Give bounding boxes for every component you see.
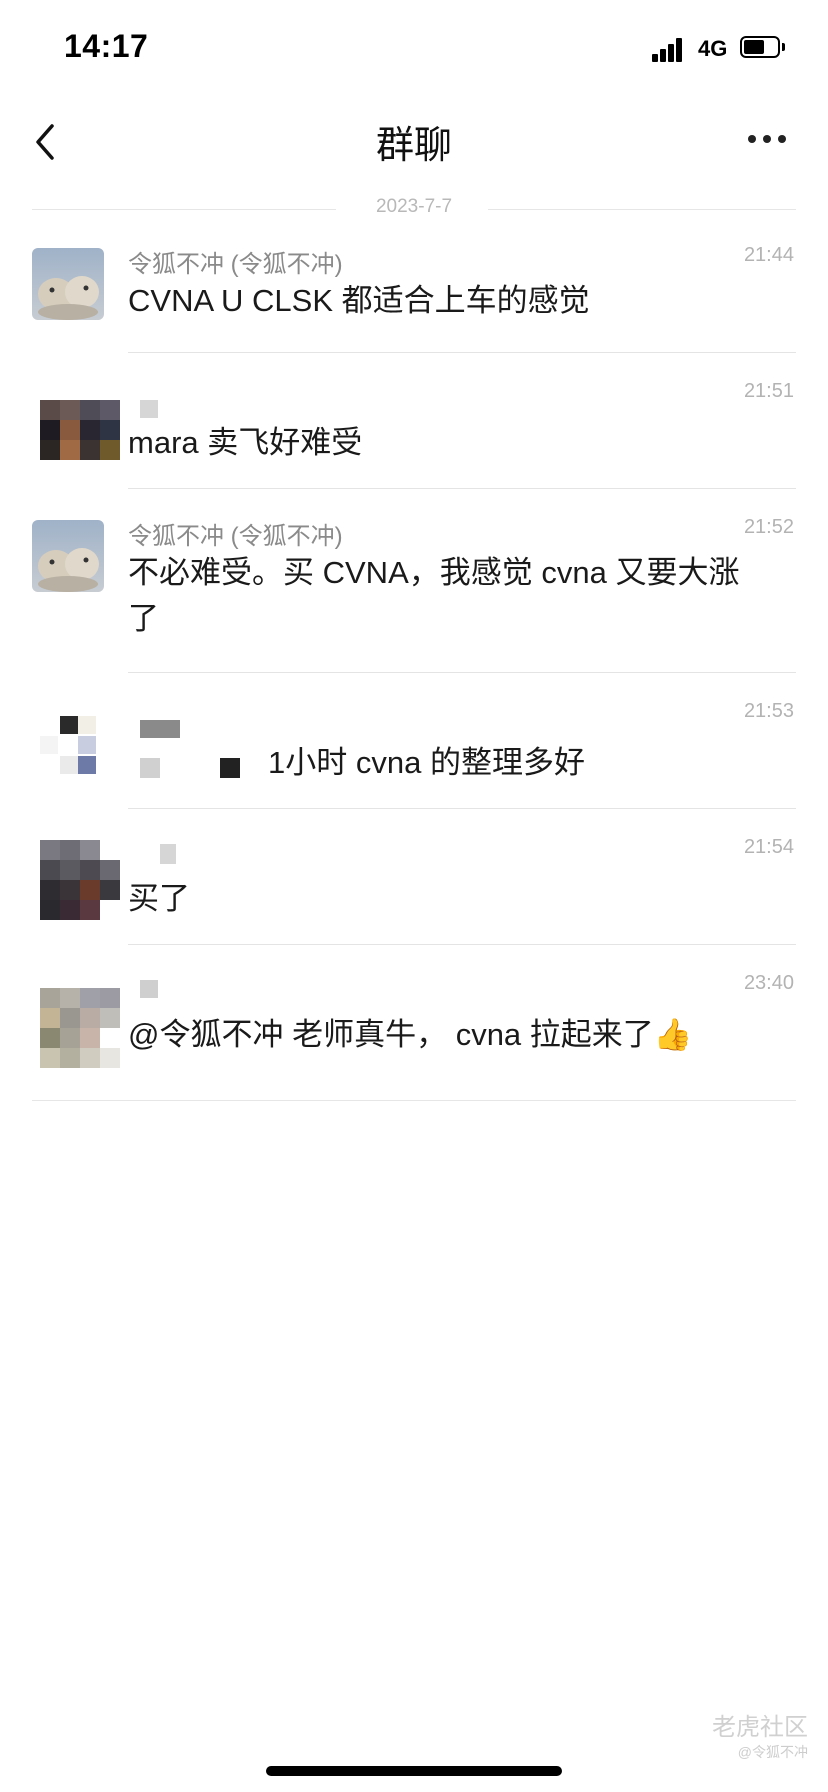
avatar[interactable] — [32, 248, 104, 320]
message-item[interactable]: 令狐不冲 (令狐不冲) 21:52 不必难受。买 CVNA，我感觉 cvna 又… — [0, 516, 828, 674]
home-indicator[interactable] — [266, 1766, 562, 1776]
divider — [128, 672, 796, 673]
list-end-divider — [32, 1100, 796, 1101]
network-label: 4G — [698, 36, 728, 61]
status-bar: 14:17 4G — [0, 0, 828, 100]
avatar[interactable] — [32, 520, 104, 592]
divider — [128, 352, 796, 353]
watermark-user: @令狐不冲 — [737, 1744, 808, 1760]
message-text: CVNA U CLSK 都适合上车的感觉 — [128, 283, 590, 318]
message-text: @令狐不冲 老师真牛， cvna 拉起来了👍 — [128, 1017, 693, 1052]
avatar[interactable] — [40, 400, 120, 460]
message-text: 1小时 cvna 的整理多好 — [268, 745, 585, 780]
nav-bar: 群聊 — [0, 100, 828, 190]
date-text: 2023-7-7 — [375, 196, 453, 217]
message-time: 21:44 — [743, 244, 794, 266]
divider — [128, 808, 796, 809]
message-time: 21:52 — [743, 516, 794, 538]
redacted-name — [140, 400, 158, 418]
avatar[interactable] — [40, 988, 120, 1068]
message-item[interactable]: 21:51 mara 卖飞好难受 — [0, 380, 828, 490]
page-title: 群聊 — [375, 125, 452, 167]
redacted-name — [140, 980, 158, 998]
status-time: 14:17 — [64, 28, 149, 64]
redacted-name — [160, 844, 176, 864]
message-time: 23:40 — [743, 972, 794, 994]
redacted-name — [140, 720, 180, 738]
avatar[interactable] — [40, 840, 120, 920]
watermark-brand: 老虎社区 — [712, 1714, 808, 1741]
message-item[interactable]: 令狐不冲 (令狐不冲) 21:44 CVNA U CLSK 都适合上车的感觉 — [0, 244, 828, 354]
avatar[interactable] — [40, 716, 112, 776]
message-text: 不必难受。买 CVNA，我感觉 cvna 又要大涨了 — [128, 555, 740, 636]
message-item[interactable]: 23:40 @令狐不冲 老师真牛， cvna 拉起来了👍 — [0, 972, 828, 1082]
more-options-icon[interactable] — [748, 124, 794, 154]
message-time: 21:51 — [743, 380, 794, 402]
battery-icon — [740, 36, 786, 60]
redacted-block — [140, 758, 160, 778]
divider — [128, 488, 796, 489]
message-item[interactable]: 21:53 1小时 cvna 的整理多好 — [0, 700, 828, 810]
message-time: 21:54 — [743, 836, 794, 858]
message-time: 21:53 — [743, 700, 794, 722]
divider — [128, 944, 796, 945]
message-item[interactable]: 21:54 买了 — [0, 836, 828, 946]
sender-name: 令狐不冲 (令狐不冲) — [128, 523, 343, 550]
redacted-block — [220, 758, 240, 778]
sender-name: 令狐不冲 (令狐不冲) — [128, 251, 343, 278]
watermark: 老虎社区 @令狐不冲 — [712, 1707, 808, 1762]
signal-icon — [652, 36, 688, 62]
message-text: 买了 — [128, 881, 190, 916]
message-text: mara 卖飞好难受 — [128, 425, 363, 460]
date-separator: 2023-7-7 — [32, 196, 796, 222]
